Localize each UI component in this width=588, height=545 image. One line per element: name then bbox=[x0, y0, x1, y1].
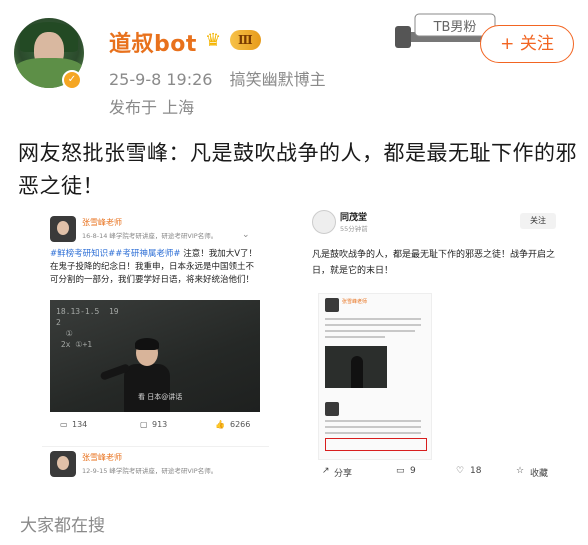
star-icon[interactable]: ☆ bbox=[516, 466, 524, 476]
chalkboard-writing: 18.13-1.5 19 2 ① 2x ①+1 bbox=[56, 307, 119, 349]
embedded-avatar bbox=[50, 216, 76, 242]
comment-count: 9 bbox=[410, 466, 416, 476]
embedded-right-text: 凡是鼓吹战争的人，都是最无耻下作的邪恶之徒！战争开启之日，就是它的末日！ bbox=[312, 250, 556, 276]
photo-watermark: 看 日本@讲话 bbox=[138, 393, 183, 401]
user-category: 搞笑幽默博主 bbox=[229, 70, 326, 89]
repost-count: 913 bbox=[152, 420, 168, 429]
repost-icon[interactable]: ▢ bbox=[140, 420, 148, 429]
follow-button[interactable]: + 关注 bbox=[480, 25, 574, 63]
embedded-right-follow-button[interactable]: 关注 bbox=[520, 213, 556, 229]
post-meta: 25-9-8 19:26 搞笑幽默博主 bbox=[109, 66, 338, 90]
collect-label[interactable]: 收藏 bbox=[530, 466, 548, 479]
embedded-body: #鲜榜考研知识##考研神属老师# 注意！我加大V了！在鬼子投降的纪念日！我重申，… bbox=[50, 248, 262, 287]
post-date: 25-9-8 19:26 bbox=[109, 70, 213, 89]
post-location: 发布于 上海 bbox=[109, 98, 195, 117]
embedded-hashtags[interactable]: #鲜榜考研知识##考研神属老师# bbox=[50, 249, 181, 259]
highlight-box bbox=[325, 438, 427, 451]
comment-icon[interactable]: ▭ bbox=[60, 420, 68, 429]
nested-username: 张雪峰老师 bbox=[342, 299, 368, 305]
embedded-meta: 16-8-14 峰学院考研讲座，研途考研VIP名师。 bbox=[82, 232, 218, 240]
verified-badge-icon: ✓ bbox=[62, 70, 82, 90]
crown-icon: ♛ bbox=[205, 30, 222, 51]
embedded-photo[interactable]: 18.13-1.5 19 2 ① 2x ①+1 看 日本@讲话 bbox=[50, 300, 260, 412]
embedded-post-screenshot-right[interactable]: 同茂堂 55分钟前 关注 凡是鼓吹战争的人，都是最无耻下作的邪恶之徒！战争开启之… bbox=[304, 198, 566, 488]
embedded-right-time: 55分钟前 bbox=[340, 225, 368, 233]
like-count: 18 bbox=[470, 466, 482, 476]
comment-icon[interactable]: ▭ bbox=[396, 466, 405, 476]
nested-screenshot: 张雪峰老师 bbox=[318, 293, 432, 460]
like-icon[interactable]: 👍 bbox=[215, 420, 225, 429]
embedded-post-second: 张雪峰老师 12-9-15 峰学院考研讲座，研途考研VIP名师。 bbox=[42, 446, 269, 479]
embedded-meta-2: 12-9-15 峰学院考研讲座，研途考研VIP名师。 bbox=[82, 467, 218, 475]
chevron-down-icon: ⌄ bbox=[242, 230, 250, 240]
fan-badge-text: TB男粉 bbox=[433, 20, 477, 35]
vip-level-badge: Ⅲ bbox=[230, 30, 261, 50]
embedded-post-screenshot-left[interactable]: 张雪峰老师 16-8-14 峰学院考研讲座，研途考研VIP名师。 ⌄ #鲜榜考研… bbox=[42, 210, 269, 478]
username[interactable]: 道叔bot bbox=[109, 26, 197, 58]
share-icon[interactable]: ↗ bbox=[322, 466, 330, 476]
post-text: 网友怒批张雪峰：凡是鼓吹战争的人，都是最无耻下作的邪恶之徒！ bbox=[18, 141, 577, 198]
heart-icon[interactable]: ♡ bbox=[456, 466, 464, 476]
trending-search-label[interactable]: 大家都在搜 bbox=[20, 511, 105, 536]
embedded-avatar-2 bbox=[50, 451, 76, 477]
share-label[interactable]: 分享 bbox=[334, 466, 352, 479]
comment-count: 134 bbox=[72, 420, 88, 429]
embedded-username: 张雪峰老师 bbox=[82, 218, 122, 227]
embedded-username-2: 张雪峰老师 bbox=[82, 453, 122, 462]
embedded-right-avatar bbox=[312, 210, 336, 234]
embedded-right-username: 同茂堂 bbox=[340, 213, 368, 223]
like-count: 6266 bbox=[230, 420, 251, 429]
